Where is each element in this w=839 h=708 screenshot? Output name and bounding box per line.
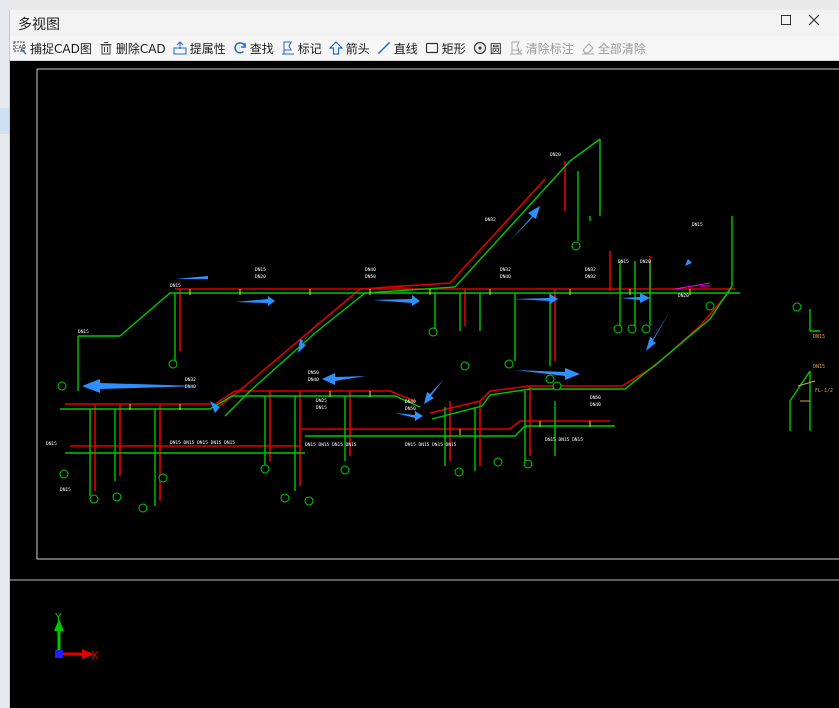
svg-text:DN32: DN32 — [485, 217, 496, 223]
eraser-icon — [581, 43, 594, 55]
svg-text:DN15: DN15 — [60, 487, 71, 493]
svg-text:DN15: DN15 — [46, 441, 57, 447]
svg-text:DN15: DN15 — [813, 364, 825, 370]
extract-attribute-label: 提属性 — [189, 41, 226, 56]
svg-text:DN15 DN15 DN15 DN15: DN15 DN15 DN15 DN15 — [305, 442, 357, 448]
svg-text:FL-1/2: FL-1/2 — [815, 388, 833, 394]
axis-y-label: Y — [54, 611, 62, 624]
green-pipes — [60, 138, 820, 506]
rectangle-label: 矩形 — [441, 41, 466, 56]
background-selected-row — [0, 108, 9, 134]
svg-text:DN32: DN32 — [585, 274, 596, 280]
drawing-frame — [36, 68, 839, 560]
svg-text:DN40: DN40 — [590, 402, 601, 408]
svg-text:DN40: DN40 — [185, 384, 196, 390]
clear-all-button[interactable]: 全部清除 — [578, 37, 650, 59]
svg-text:CAD: CAD — [15, 45, 26, 51]
svg-text:DN20: DN20 — [255, 274, 266, 280]
line-button[interactable]: 直线 — [374, 37, 422, 59]
svg-text:DN15: DN15 — [78, 329, 89, 335]
svg-text:DN40: DN40 — [308, 377, 319, 383]
extract-attribute-icon — [173, 41, 187, 55]
clear-mark-button[interactable]: 清除标注 — [506, 37, 578, 59]
maximize-icon — [781, 15, 791, 25]
svg-text:DN40: DN40 — [500, 274, 511, 280]
line-icon — [377, 41, 390, 55]
svg-text:DN20: DN20 — [550, 152, 561, 158]
magenta-marker — [674, 282, 711, 290]
svg-text:DN50: DN50 — [590, 395, 601, 401]
svg-text:DN50: DN50 — [405, 406, 416, 412]
multi-view-window: 多视图 CAD 捕捉CAD图 删除CAD 提属性 查找 标记 箭头 直线 矩形 … — [9, 10, 839, 708]
svg-text:DN40: DN40 — [365, 267, 376, 273]
svg-text:DN20: DN20 — [640, 259, 651, 265]
toolbar: CAD 捕捉CAD图 删除CAD 提属性 查找 标记 箭头 直线 矩形 圆 清除… — [10, 36, 839, 61]
close-button[interactable] — [803, 13, 825, 33]
cad-drawing: DN15DN20 DN40DN50 DN32DN40 DN32DN32 DN15… — [10, 68, 839, 662]
clear-mark-icon — [509, 41, 523, 55]
delete-cad-label: 删除CAD — [115, 41, 166, 56]
ucs-axis-icon: Y X — [54, 611, 99, 662]
side-annotation: DN15 DN15 FL-1/2 — [797, 334, 833, 402]
trash-icon — [100, 42, 112, 55]
circle-label: 圆 — [489, 41, 502, 56]
close-icon — [808, 14, 820, 26]
svg-text:DN32: DN32 — [585, 267, 596, 273]
svg-text:DN32: DN32 — [185, 377, 196, 383]
circle-button[interactable]: 圆 — [470, 37, 506, 59]
pipe-end-circles — [57, 241, 802, 513]
clear-all-label: 全部清除 — [597, 41, 646, 56]
pipe-labels: DN15DN20 DN40DN50 DN32DN40 DN32DN32 DN15… — [46, 152, 703, 493]
pipe-fittings — [129, 289, 691, 435]
capture-cad-icon: CAD — [13, 41, 27, 55]
svg-text:DN15: DN15 — [255, 267, 266, 273]
svg-text:DN15 DN15 DN15 DN15: DN15 DN15 DN15 DN15 — [405, 442, 457, 448]
svg-text:DN15: DN15 — [170, 283, 181, 289]
svg-text:DN32: DN32 — [500, 267, 511, 273]
search-refresh-icon — [234, 42, 246, 54]
line-label: 直线 — [393, 41, 418, 56]
mark-label: 标记 — [297, 41, 322, 56]
delete-cad-button[interactable]: 删除CAD — [96, 37, 170, 59]
window-title: 多视图 — [18, 17, 60, 33]
svg-text:DN40: DN40 — [405, 399, 416, 405]
svg-text:DN15: DN15 — [813, 334, 825, 340]
background-panel — [0, 0, 9, 708]
svg-text:DN50: DN50 — [365, 274, 376, 280]
rectangle-icon — [425, 42, 438, 54]
arrow-up-icon — [328, 41, 343, 55]
rectangle-button[interactable]: 矩形 — [422, 37, 470, 59]
extract-attribute-button[interactable]: 提属性 — [170, 37, 230, 59]
cad-viewport[interactable]: DN15 DN20 DN40 DN50 DN32 DN40 DN32 DN32 DN15… — [10, 61, 839, 708]
svg-text:DN20: DN20 — [678, 293, 689, 299]
title-bar: 多视图 — [10, 10, 839, 36]
axis-x-label: X — [91, 649, 99, 662]
arrow-label: 箭头 — [345, 41, 370, 56]
circle-icon — [473, 41, 486, 55]
svg-text:DN15 DN15 DN15: DN15 DN15 DN15 — [545, 437, 583, 443]
arrow-button[interactable]: 箭头 — [326, 37, 374, 59]
search-button[interactable]: 查找 — [230, 37, 278, 59]
mark-icon — [281, 41, 294, 55]
svg-text:DN15: DN15 — [692, 222, 703, 228]
svg-text:DN15: DN15 — [618, 259, 629, 265]
svg-text:DN25: DN25 — [316, 398, 327, 404]
mark-button[interactable]: 标记 — [278, 37, 326, 59]
capture-cad-button[interactable]: CAD 捕捉CAD图 — [10, 37, 96, 59]
search-label: 查找 — [249, 41, 274, 56]
svg-text:DN50: DN50 — [308, 370, 319, 376]
capture-cad-label: 捕捉CAD图 — [30, 41, 92, 56]
maximize-button[interactable] — [775, 13, 797, 33]
clear-mark-label: 清除标注 — [525, 41, 574, 56]
svg-text:DN15 DN15 DN15 DN15 DN15: DN15 DN15 DN15 DN15 DN15 — [170, 440, 235, 446]
svg-text:DN15: DN15 — [316, 405, 327, 411]
